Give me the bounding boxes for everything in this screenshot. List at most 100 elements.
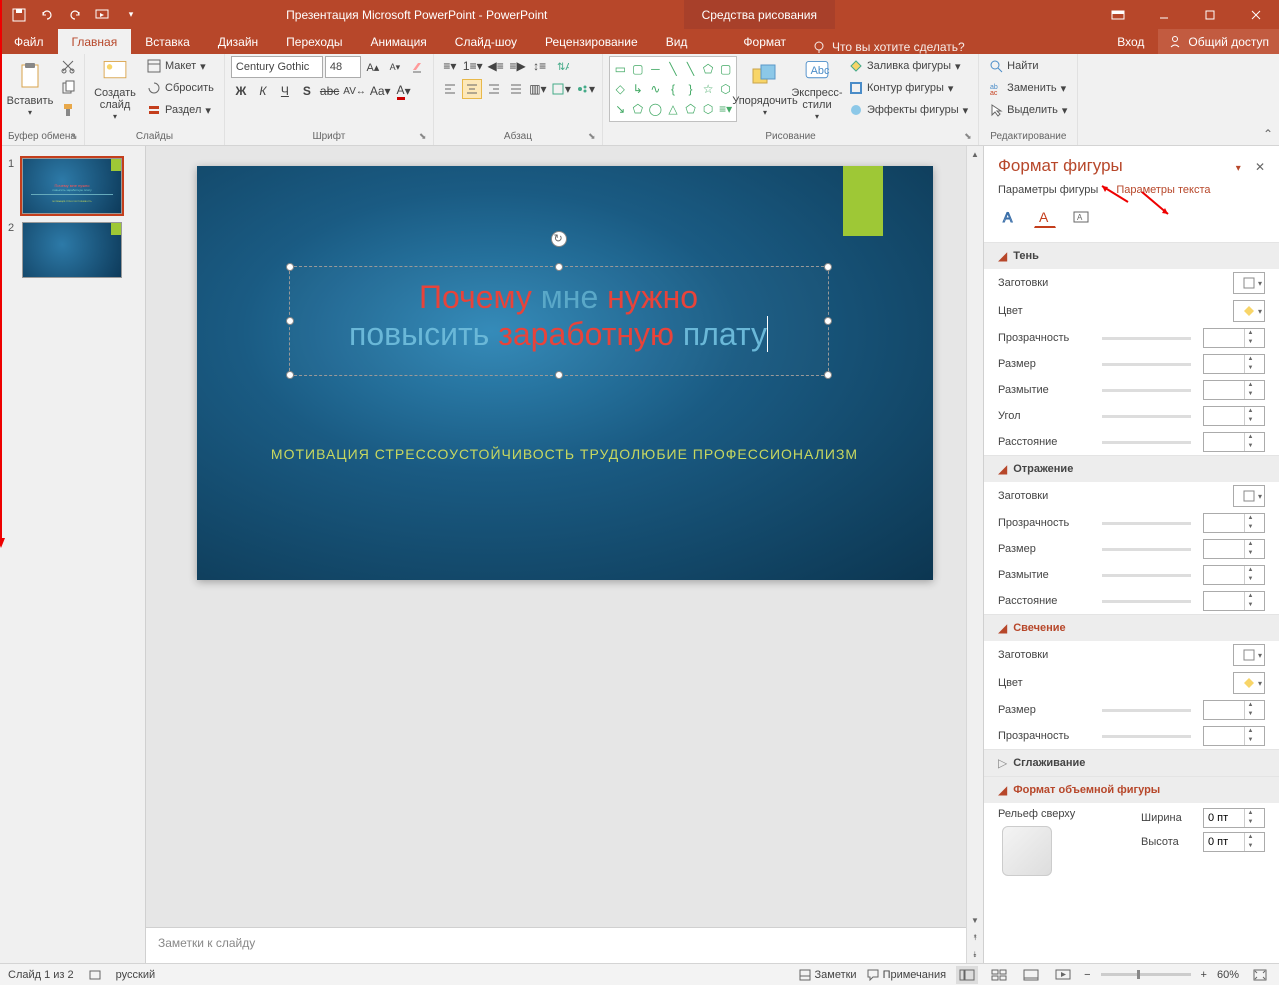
reflection-size-slider[interactable] <box>1102 548 1191 551</box>
tell-me-box[interactable]: Что вы хотите сделать? <box>800 40 977 54</box>
shadow-angle-spinner[interactable]: ▲▼ <box>1203 406 1265 426</box>
cut-icon[interactable] <box>58 56 78 76</box>
text-fill-outline-icon[interactable]: A <box>998 206 1020 228</box>
glow-presets-combo[interactable] <box>1233 644 1265 666</box>
align-left-icon[interactable] <box>440 79 460 99</box>
start-from-beginning-icon[interactable] <box>94 6 112 24</box>
sign-in-link[interactable]: Вход <box>1103 29 1158 54</box>
section-reflection-header[interactable]: ◢Отражение <box>984 456 1279 482</box>
slide-canvas-area[interactable]: Почему мне нужно повысить заработную пла… <box>146 146 983 927</box>
format-painter-icon[interactable] <box>58 100 78 120</box>
zoom-out-icon[interactable]: − <box>1084 969 1090 981</box>
find-button[interactable]: Найти <box>985 56 1071 76</box>
shape-fill-button[interactable]: Заливка фигуры ▾ <box>845 56 972 76</box>
clear-formatting-icon[interactable] <box>407 57 427 77</box>
font-dialog-launcher[interactable]: ⬊ <box>419 131 431 143</box>
reading-view-icon[interactable] <box>1020 966 1042 984</box>
shape-outline-button[interactable]: Контур фигуры ▾ <box>845 78 972 98</box>
qat-customize-icon[interactable]: ▾ <box>122 6 140 24</box>
maximize-icon[interactable] <box>1187 0 1233 29</box>
columns-icon[interactable]: ▥▾ <box>528 79 548 99</box>
new-slide-button[interactable]: Создать слайд ▾ <box>91 56 139 122</box>
reflection-distance-spinner[interactable]: ▲▼ <box>1203 591 1265 611</box>
align-center-icon[interactable] <box>462 79 482 99</box>
section-softedges-header[interactable]: ▷Сглаживание <box>984 750 1279 776</box>
editor-scrollbar[interactable]: ▲ ▼ ⯭ ⯯ <box>966 146 983 963</box>
shadow-color-combo[interactable] <box>1233 300 1265 322</box>
shadow-blur-spinner[interactable]: ▲▼ <box>1203 380 1265 400</box>
section-glow-header[interactable]: ◢Свечение <box>984 615 1279 641</box>
reflection-blur-slider[interactable] <box>1102 574 1191 577</box>
text-effects-icon[interactable]: A <box>1034 206 1056 228</box>
resize-handle[interactable] <box>824 263 832 271</box>
shape-options-tab[interactable]: Параметры фигуры <box>998 184 1098 196</box>
quick-styles-button[interactable]: Abc Экспресс-стили▾ <box>793 56 841 122</box>
align-right-icon[interactable] <box>484 79 504 99</box>
reflection-transparency-spinner[interactable]: ▲▼ <box>1203 513 1265 533</box>
rotate-handle-icon[interactable] <box>551 231 567 247</box>
minimize-icon[interactable] <box>1141 0 1187 29</box>
numbering-icon[interactable]: 1≡▾ <box>462 56 484 76</box>
decrease-font-icon[interactable]: A▾ <box>385 57 405 77</box>
drawing-dialog-launcher[interactable]: ⬊ <box>964 131 976 143</box>
smartart-icon[interactable]: ▾ <box>574 79 596 99</box>
underline-icon[interactable]: Ч <box>275 81 295 101</box>
layout-button[interactable]: Макет ▾ <box>143 56 218 76</box>
slide[interactable]: Почему мне нужно повысить заработную пла… <box>197 166 933 580</box>
font-color-icon[interactable]: A▾ <box>394 81 414 101</box>
paste-button[interactable]: Вставить ▾ <box>6 56 54 122</box>
undo-icon[interactable] <box>38 6 56 24</box>
resize-handle[interactable] <box>286 371 294 379</box>
reflection-presets-combo[interactable] <box>1233 485 1265 507</box>
resize-handle[interactable] <box>555 371 563 379</box>
slide-thumb-2[interactable] <box>22 222 122 278</box>
shadow-size-slider[interactable] <box>1102 363 1191 366</box>
resize-handle[interactable] <box>286 317 294 325</box>
tab-file[interactable]: Файл <box>0 29 58 54</box>
collapse-ribbon-icon[interactable]: ⌃ <box>1263 127 1273 141</box>
zoom-level[interactable]: 60% <box>1217 969 1239 981</box>
align-text-icon[interactable]: ▾ <box>550 79 572 99</box>
change-case-icon[interactable]: Aa▾ <box>369 81 392 101</box>
language-indicator[interactable]: русский <box>116 969 155 981</box>
section-3d-header[interactable]: ◢Формат объемной фигуры <box>984 777 1279 803</box>
normal-view-icon[interactable] <box>956 966 978 984</box>
notes-toggle[interactable]: Заметки <box>799 969 857 981</box>
reflection-transparency-slider[interactable] <box>1102 522 1191 525</box>
resize-handle[interactable] <box>824 371 832 379</box>
title-textbox[interactable]: Почему мне нужно повысить заработную пла… <box>289 266 829 376</box>
glow-transparency-slider[interactable] <box>1102 735 1191 738</box>
line-spacing-icon[interactable]: ↕≡ <box>530 56 550 76</box>
close-icon[interactable] <box>1233 0 1279 29</box>
spellcheck-icon[interactable] <box>88 968 102 982</box>
glow-color-combo[interactable] <box>1233 672 1265 694</box>
reflection-size-spinner[interactable]: ▲▼ <box>1203 539 1265 559</box>
slide-thumb-1[interactable]: Почему мне нужно повысить заработную пла… <box>22 158 122 214</box>
font-family-combo[interactable]: Century Gothic <box>231 56 323 78</box>
textbox-icon[interactable]: A <box>1070 206 1092 228</box>
reflection-blur-spinner[interactable]: ▲▼ <box>1203 565 1265 585</box>
accent-shape[interactable] <box>843 166 883 236</box>
reset-button[interactable]: Сбросить <box>143 78 218 98</box>
select-button[interactable]: Выделить ▾ <box>985 100 1071 120</box>
shadow-angle-slider[interactable] <box>1102 415 1191 418</box>
italic-icon[interactable]: К <box>253 81 273 101</box>
title-line-2[interactable]: повысить заработную плату <box>302 316 816 353</box>
clipboard-dialog-launcher[interactable]: ⬊ <box>70 131 82 143</box>
section-shadow-header[interactable]: ◢Тень <box>984 243 1279 269</box>
tab-insert[interactable]: Вставка <box>131 29 204 54</box>
tab-home[interactable]: Главная <box>58 29 132 54</box>
char-spacing-icon[interactable]: AV↔ <box>342 81 367 101</box>
shape-effects-button[interactable]: Эффекты фигуры ▾ <box>845 100 972 120</box>
close-pane-icon[interactable]: ✕ <box>1255 160 1265 174</box>
shadow-transparency-slider[interactable] <box>1102 337 1191 340</box>
increase-font-icon[interactable]: A▴ <box>363 57 383 77</box>
tab-review[interactable]: Рецензирование <box>531 29 652 54</box>
strike-icon[interactable]: abc <box>319 81 340 101</box>
bold-icon[interactable]: Ж <box>231 81 251 101</box>
tab-transitions[interactable]: Переходы <box>272 29 356 54</box>
arrange-button[interactable]: Упорядочить▾ <box>741 56 789 122</box>
bevel-height-spinner[interactable]: ▲▼ <box>1203 832 1265 852</box>
shadow-blur-slider[interactable] <box>1102 389 1191 392</box>
shadow-size-spinner[interactable]: ▲▼ <box>1203 354 1265 374</box>
